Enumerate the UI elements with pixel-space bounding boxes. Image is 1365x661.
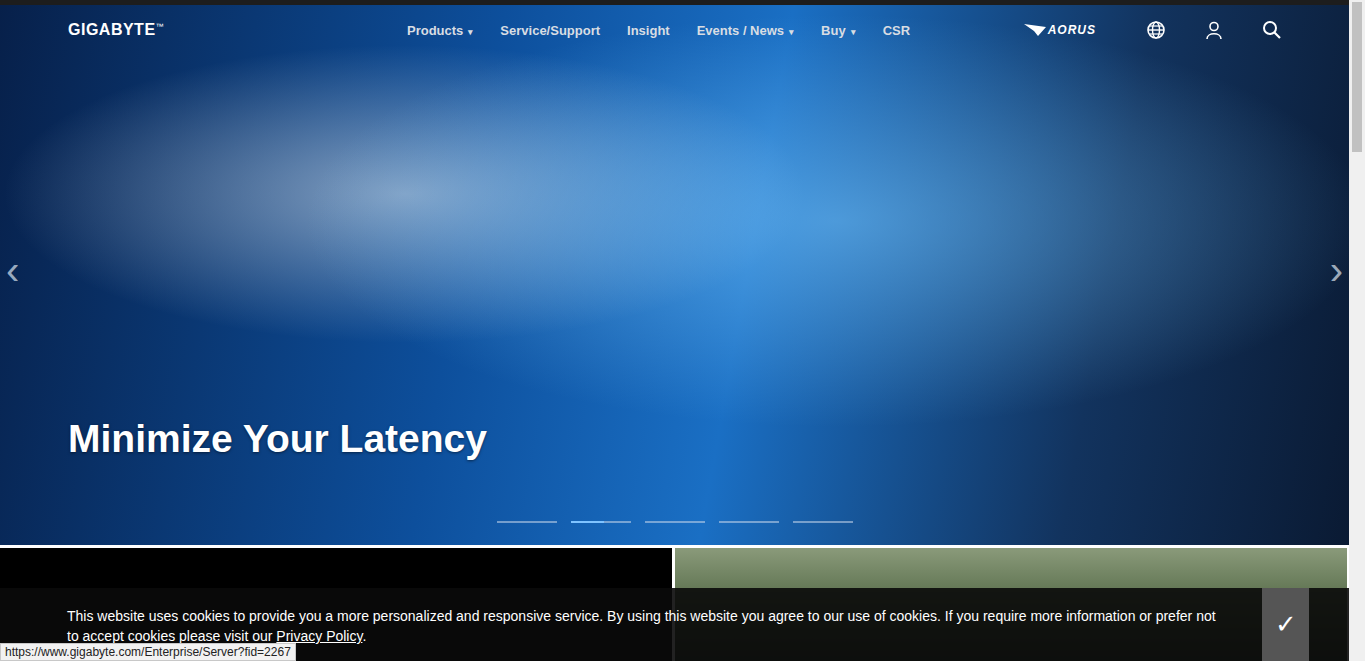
nav-item[interactable]: Buy▾	[821, 23, 856, 38]
carousel-indicators	[0, 521, 1349, 545]
carousel-indicator[interactable]	[719, 521, 779, 523]
nav-item[interactable]: Products▾	[407, 23, 473, 38]
scrollbar[interactable]	[1349, 0, 1365, 661]
nav-tools: AORUS	[1024, 20, 1282, 40]
privacy-link[interactable]: Privacy Policy	[276, 628, 362, 644]
main-content: GIGABYTE™ Products▾ Service/Support Insight…	[0, 0, 1349, 661]
carousel-indicator[interactable]	[793, 521, 853, 523]
aorus-wing-icon	[1024, 23, 1046, 37]
accept-button[interactable]: ✓	[1262, 588, 1309, 661]
top-nav: GIGABYTE™ Products▾ Service/Support Insight…	[0, 5, 1349, 45]
globe-icon[interactable]	[1146, 20, 1166, 40]
page: GIGABYTE™ Products▾ Service/Support Insight…	[0, 0, 1365, 661]
nav-menu: Products▾ Service/Support Insight Events / …	[407, 23, 910, 38]
gigabyte-logo[interactable]: GIGABYTE™	[68, 21, 164, 38]
scrollbar-thumb[interactable]	[1352, 2, 1362, 152]
status-bar: https://www.gigabyte.com/Enterprise/Serv…	[0, 643, 296, 661]
nav-item[interactable]: Service/Support	[500, 23, 600, 38]
carousel-indicator[interactable]	[571, 521, 631, 523]
aorus-logo[interactable]: AORUS	[1024, 23, 1096, 37]
carousel-indicator[interactable]	[645, 521, 705, 523]
hero-headline: Minimize Your Latency	[68, 416, 1349, 463]
nav-item[interactable]: CSR	[883, 23, 910, 38]
search-icon[interactable]	[1262, 20, 1282, 40]
user-icon[interactable]	[1204, 20, 1224, 40]
hero-banner: GIGABYTE™ Products▾ Service/Support Insight…	[0, 0, 1349, 545]
carousel-prev[interactable]: ‹	[6, 250, 19, 290]
nav-item[interactable]: Insight	[627, 23, 670, 38]
nav-item[interactable]: Events / News▾	[697, 23, 794, 38]
carousel-next[interactable]: ›	[1330, 250, 1343, 290]
carousel-indicator[interactable]	[497, 521, 557, 523]
